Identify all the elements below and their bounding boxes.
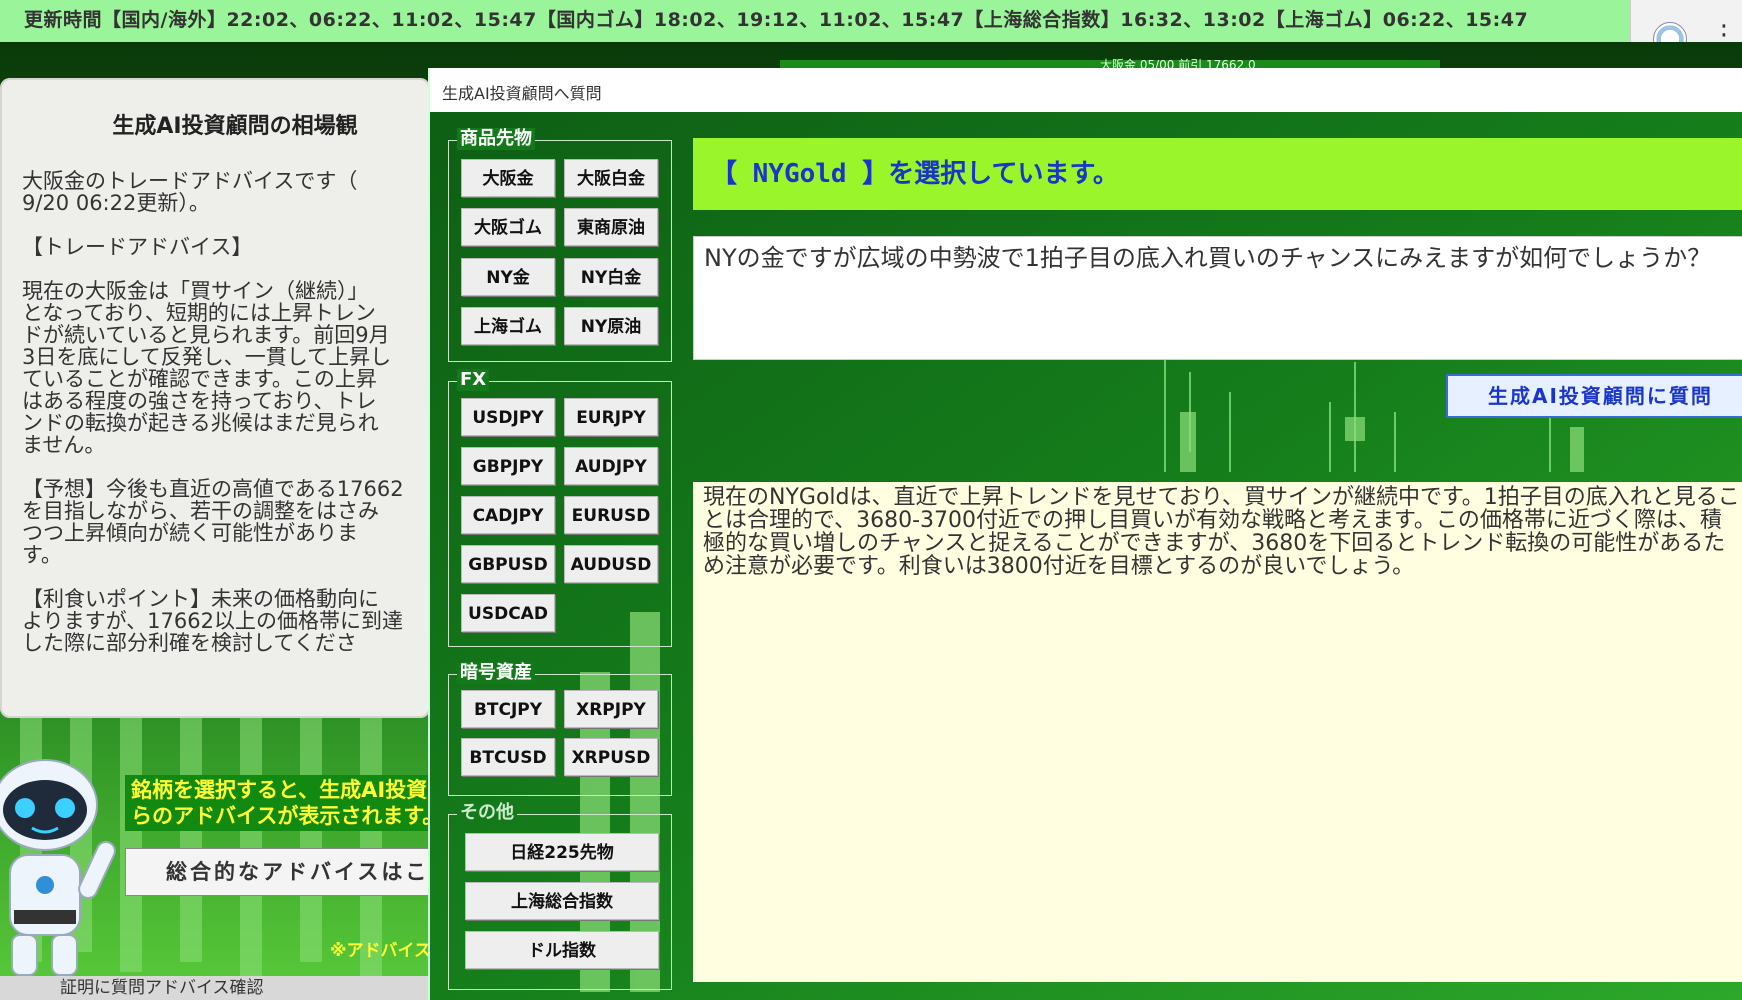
symbol-button-audjpy[interactable]: AUDJPY (564, 447, 658, 485)
advice-title: 生成AI投資顧問の相場観 (112, 114, 358, 139)
symbol-button-usdjpy[interactable]: USDJPY (461, 398, 555, 436)
symbol-button-osaka-rubber[interactable]: 大阪ゴム (461, 208, 555, 246)
crypto-group: 暗号資産 BTCJPY XRPJPY BTCUSD XRPUSD (448, 662, 672, 796)
update-time-ticker: 更新時間【国内/海外】22:02、06:22、11:02、15:47【国内ゴム】… (0, 0, 1630, 42)
symbol-button-ny-crude[interactable]: NY原油 (564, 307, 658, 345)
symbol-button-eurjpy[interactable]: EURJPY (564, 398, 658, 436)
symbol-button-xrpjpy[interactable]: XRPJPY (564, 690, 658, 728)
symbol-button-usdcad[interactable]: USDCAD (461, 594, 555, 632)
symbol-button-cadjpy[interactable]: CADJPY (461, 496, 555, 534)
symbol-button-audusd[interactable]: AUDUSD (564, 545, 658, 583)
symbol-button-shanghai-rubber[interactable]: 上海ゴム (461, 307, 555, 345)
symbol-button-btcusd[interactable]: BTCUSD (461, 738, 555, 776)
symbol-button-xrpusd[interactable]: XRPUSD (564, 738, 658, 776)
advice-panel: 生成AI投資顧問の相場観 大阪金のトレードアドバイスです（ 9/20 06:22… (0, 78, 430, 718)
question-input[interactable]: NYの金ですが広域の中勢波で1拍子目の底入れ買いのチャンスにみえますが如何でしょ… (693, 236, 1742, 360)
symbol-button-btcjpy[interactable]: BTCJPY (461, 690, 555, 728)
other-legend: その他 (457, 802, 517, 824)
modal-titlebar: 生成AI投資顧問へ質問 (430, 68, 1742, 113)
ai-answer-box: 現在のNYGoldは、直近で上昇トレンドを見せており、買サインが継続中です。1拍… (693, 482, 1742, 982)
ask-ai-advisor-button[interactable]: 生成AI投資顧問に質問 (1446, 374, 1742, 418)
symbol-button-ny-platinum[interactable]: NY白金 (564, 258, 658, 296)
ask-ai-advisor-modal: 生成AI投資顧問へ質問 商品先物 大阪金 大阪白金 大阪ゴム 東商原油 NY金 … (428, 68, 1742, 1000)
symbol-button-osaka-gold[interactable]: 大阪金 (461, 159, 555, 197)
robot-mascot-icon (0, 759, 116, 976)
symbol-button-ny-gold[interactable]: NY金 (461, 258, 555, 296)
symbol-button-eurusd[interactable]: EURUSD (564, 496, 658, 534)
commodities-group: 商品先物 大阪金 大阪白金 大阪ゴム 東商原油 NY金 NY白金 上海ゴム NY… (448, 128, 672, 362)
symbol-button-shanghai-composite[interactable]: 上海総合指数 (465, 882, 659, 920)
select-symbol-message: 銘柄を選択すると、生成AI投資 らのアドバイスが表示されます。 (125, 775, 430, 831)
symbol-button-nikkei225-futures[interactable]: 日経225先物 (465, 833, 659, 871)
symbol-button-gbpjpy[interactable]: GBPJPY (461, 447, 555, 485)
symbol-button-tocom-crude[interactable]: 東商原油 (564, 208, 658, 246)
crypto-legend: 暗号資産 (457, 662, 535, 684)
bottom-status-strip: 証明に質問アドバイス確認 (0, 976, 430, 1000)
overall-advice-button[interactable]: 総合的なアドバイスはこ (125, 848, 445, 896)
fx-legend: FX (457, 369, 490, 391)
advice-body: 大阪金のトレードアドバイスです（ 9/20 06:22更新）。 【トレードアドバ… (22, 170, 404, 655)
symbol-button-dollar-index[interactable]: ドル指数 (465, 931, 659, 969)
modal-title: 生成AI投資顧問へ質問 (442, 84, 602, 103)
other-group: その他 日経225先物 上海総合指数 ドル指数 (448, 802, 672, 990)
fx-group: FX USDJPY EURJPY GBPJPY AUDJPY CADJPY EU… (448, 369, 672, 647)
symbol-button-gbpusd[interactable]: GBPUSD (461, 545, 555, 583)
selected-symbol-banner: 【 NYGold 】を選択しています。 (693, 138, 1742, 210)
commodities-legend: 商品先物 (457, 128, 535, 150)
symbol-button-osaka-platinum[interactable]: 大阪白金 (564, 159, 658, 197)
